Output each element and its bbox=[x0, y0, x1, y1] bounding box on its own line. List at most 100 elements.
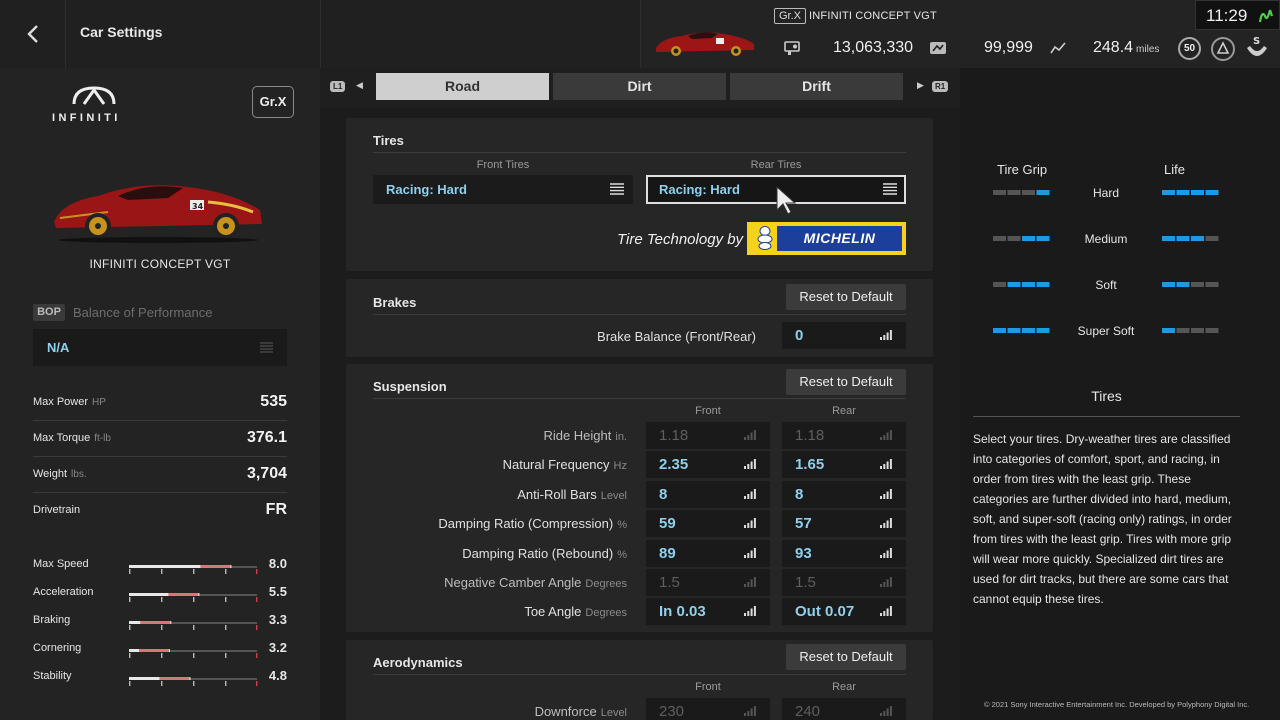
adjust-bars-icon bbox=[744, 706, 756, 716]
tab-prev-icon[interactable]: ◀ bbox=[356, 80, 363, 91]
distance-value: 248.4 miles bbox=[1093, 39, 1160, 56]
perf-braking: Braking 3.3 bbox=[33, 612, 287, 634]
tab-road[interactable]: Road bbox=[376, 73, 549, 100]
michelin-logo: MICHELIN bbox=[747, 222, 906, 255]
front-tires-label: Front Tires bbox=[476, 159, 530, 171]
adjust-bars-icon bbox=[880, 606, 892, 617]
suspension-card: Suspension Reset to Default Front Rear R… bbox=[346, 364, 933, 632]
downforce-rear-value: 240 bbox=[782, 698, 906, 720]
menu-icon bbox=[883, 183, 897, 195]
front-tire-select[interactable]: Racing: Hard bbox=[373, 175, 633, 204]
l1-button-hint: L1 bbox=[330, 81, 346, 92]
clock: 11:29 bbox=[1195, 0, 1280, 30]
suspension-rear-header: Rear bbox=[832, 405, 856, 417]
downforce-front-value: 230 bbox=[646, 698, 770, 720]
brand-logo-text: INFINITI bbox=[52, 112, 121, 124]
adjust-bars-icon bbox=[880, 518, 892, 529]
bop-select: N/A bbox=[33, 329, 287, 366]
adjust-bars-icon bbox=[880, 430, 892, 440]
rear-tires-label: Rear Tires bbox=[750, 159, 802, 171]
back-button[interactable] bbox=[0, 0, 66, 68]
page-title: Car Settings bbox=[80, 24, 163, 40]
svg-text:34: 34 bbox=[192, 202, 204, 211]
suspension-reset-button[interactable]: Reset to Default bbox=[786, 369, 906, 395]
infiniti-logo-icon bbox=[72, 86, 116, 105]
spec-max-power: Max Power HP 535 bbox=[33, 385, 287, 421]
adjust-bars-icon bbox=[744, 547, 756, 558]
adjust-bars-icon bbox=[880, 330, 892, 340]
credits-value: 13,063,330 bbox=[833, 39, 914, 56]
anti-roll-bars-rear-value[interactable]: 8 bbox=[782, 480, 906, 508]
profile-emblem-icon[interactable]: S bbox=[1244, 34, 1270, 62]
mileage-points-value: 99,999 bbox=[984, 39, 1033, 56]
spec-drivetrain: Drivetrain FR bbox=[33, 501, 287, 518]
spec-max-torque: Max Torque ft-lb 376.1 bbox=[33, 421, 287, 457]
suspension-title: Suspension bbox=[373, 379, 447, 394]
negative-camber-angle-front-value: 1.5 bbox=[646, 569, 770, 596]
anti-roll-bars-front-value[interactable]: 8 bbox=[646, 480, 770, 508]
tire-life-header: Life bbox=[1164, 162, 1185, 177]
perf-acceleration: Acceleration 5.5 bbox=[33, 584, 287, 606]
menu-icon bbox=[610, 183, 624, 195]
tires-title: Tires bbox=[373, 133, 404, 148]
tire-grip-meter bbox=[993, 328, 1050, 333]
ride-height-front-value: 1.18 bbox=[646, 422, 770, 449]
top-header: Car Settings Gr.X INFINITI CONCEPT VGT 1… bbox=[0, 0, 1280, 68]
r1-button-hint: R1 bbox=[932, 81, 949, 92]
clock-time: 11:29 bbox=[1206, 6, 1248, 25]
toe-angle-label: Toe Angle Degrees bbox=[524, 604, 627, 620]
perf-max-speed: Max Speed 8.0 bbox=[33, 556, 287, 578]
perf-bar bbox=[129, 649, 258, 658]
michelin-man-icon bbox=[757, 226, 773, 250]
adjust-bars-icon bbox=[880, 706, 892, 716]
tire-grip-meter bbox=[993, 190, 1050, 195]
brake-balance-label: Brake Balance (Front/Rear) bbox=[597, 329, 756, 344]
bop-value: N/A bbox=[47, 340, 70, 355]
adjust-bars-icon bbox=[744, 577, 756, 587]
brake-balance-value[interactable]: 0 bbox=[782, 322, 906, 349]
ride-height-label: Ride Height in. bbox=[543, 428, 627, 443]
tire-type-soft: Soft bbox=[1095, 278, 1117, 292]
car-name: INFINITI CONCEPT VGT bbox=[89, 257, 231, 271]
tire-grip-header: Tire Grip bbox=[997, 162, 1048, 177]
damping-ratio-compression-front-value[interactable]: 59 bbox=[646, 510, 770, 538]
brakes-title: Brakes bbox=[373, 295, 417, 310]
level-badge: 50 bbox=[1178, 37, 1201, 60]
aerodynamics-reset-button[interactable]: Reset to Default bbox=[786, 644, 906, 670]
car-class-badge: Gr.X bbox=[774, 8, 807, 24]
perf-bar bbox=[129, 565, 258, 574]
adjust-bars-icon bbox=[744, 518, 756, 529]
natural-frequency-rear-value[interactable]: 1.65 bbox=[782, 451, 906, 479]
adjust-bars-icon bbox=[744, 606, 756, 617]
damping-ratio-compression-rear-value[interactable]: 57 bbox=[782, 510, 906, 538]
car-image: 34 bbox=[54, 185, 262, 243]
perf-stability: Stability 4.8 bbox=[33, 668, 287, 690]
toe-angle-front-value[interactable]: In 0.03 bbox=[646, 598, 770, 626]
toe-angle-rear-value[interactable]: Out 0.07 bbox=[782, 598, 906, 626]
damping-ratio-rebound-rear-value[interactable]: 93 bbox=[782, 539, 906, 567]
tire-type-super-soft: Super Soft bbox=[1077, 324, 1135, 338]
tire-tech-label: Tire Technology by bbox=[617, 231, 744, 248]
tab-next-icon[interactable]: ▶ bbox=[917, 80, 924, 91]
natural-frequency-label: Natural Frequency Hz bbox=[502, 457, 627, 473]
copyright-text: © 2021 Sony Interactive Entertainment In… bbox=[984, 700, 1250, 709]
settings-panel: L1 ◀ Road Dirt Drift ▶ R1 Tires Front Ti… bbox=[320, 68, 960, 720]
aerodynamics-title: Aerodynamics bbox=[373, 655, 463, 670]
tire-grip-meter bbox=[993, 282, 1050, 287]
ride-height-rear-value: 1.18 bbox=[782, 422, 906, 449]
tire-type-medium: Medium bbox=[1084, 232, 1128, 246]
mileage-points-icon bbox=[930, 42, 946, 54]
brakes-reset-button[interactable]: Reset to Default bbox=[786, 284, 906, 310]
bop-label: Balance of Performance bbox=[73, 305, 213, 320]
perf-bar bbox=[129, 593, 258, 602]
tire-life-meter bbox=[1162, 190, 1219, 195]
perf-bar bbox=[129, 677, 258, 686]
natural-frequency-front-value[interactable]: 2.35 bbox=[646, 451, 770, 479]
adjust-bars-icon bbox=[744, 459, 756, 470]
damping-ratio-rebound-front-value[interactable]: 89 bbox=[646, 539, 770, 567]
tab-dirt[interactable]: Dirt bbox=[553, 73, 726, 100]
spec-weight: Weight lbs. 3,704 bbox=[33, 457, 287, 493]
bop-tag: BOP bbox=[33, 304, 65, 321]
negative-camber-angle-rear-value: 1.5 bbox=[782, 569, 906, 596]
tab-drift[interactable]: Drift bbox=[730, 73, 903, 100]
